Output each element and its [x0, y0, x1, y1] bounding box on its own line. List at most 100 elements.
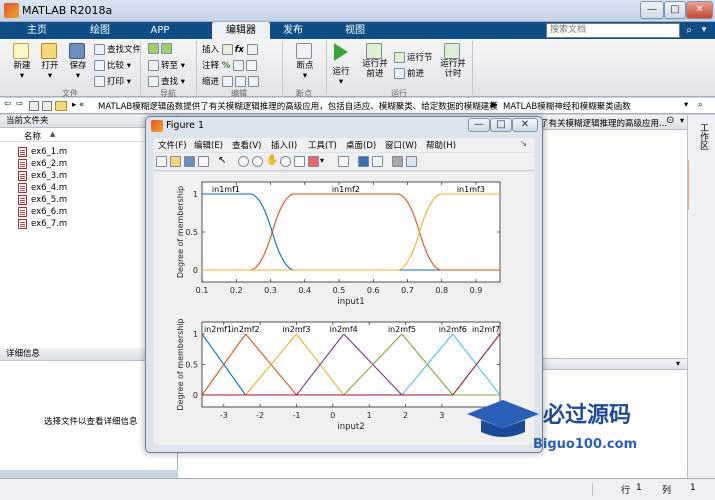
- run-button[interactable]: 运行 ▾: [330, 43, 352, 87]
- x-tick-label: 1: [367, 411, 372, 420]
- menu-help[interactable]: 帮助(H): [426, 139, 456, 151]
- figure-minimize-button[interactable]: —: [468, 118, 490, 132]
- run-section-button[interactable]: 运行节: [394, 51, 433, 63]
- address-dropdown-icon[interactable]: ▾: [684, 100, 688, 110]
- editor-options-icon[interactable]: ⊙: [666, 115, 674, 126]
- sort-ascending-icon[interactable]: ▲: [50, 130, 55, 138]
- tab-apps[interactable]: APP: [132, 22, 188, 39]
- open-folder-icon: [41, 43, 57, 59]
- root-folder-icon[interactable]: [42, 101, 52, 111]
- insert-button[interactable]: 插入 fx: [202, 43, 260, 55]
- file-item[interactable]: ex6_6.m: [18, 206, 67, 218]
- workspace-sidebar: 工作区: [687, 115, 715, 478]
- menu-insert[interactable]: 插入(I): [271, 139, 297, 151]
- series-label-in2mf6: in2mf6: [439, 325, 467, 334]
- editor-tab[interactable]: 了有关模糊逻辑推理的高级应用...: [540, 117, 667, 129]
- link-plot-icon[interactable]: [338, 156, 349, 167]
- ribbon-separator: [282, 41, 283, 95]
- brush-icon[interactable]: [308, 156, 319, 167]
- details-hint: 选择文件以查看详细信息: [44, 417, 138, 427]
- print-figure-icon[interactable]: [198, 156, 209, 167]
- search-folder-icon[interactable]: ⌕: [698, 100, 703, 110]
- advance-button[interactable]: 前进: [394, 67, 424, 79]
- plot-2: -3 -2 -1 0 1 2 300.51input2Degree of membershi…: [176, 318, 501, 432]
- run-time-icon: [444, 43, 460, 59]
- brush-dropdown-icon[interactable]: ▾: [320, 156, 331, 167]
- pan-icon[interactable]: ✋: [266, 156, 278, 167]
- zoom-in-icon[interactable]: [238, 156, 249, 167]
- goto-button[interactable]: 转至 ▾: [148, 59, 185, 71]
- zoom-out-icon[interactable]: [252, 156, 263, 167]
- collapse-ribbon-icon[interactable]: ▾: [697, 22, 711, 39]
- save-button[interactable]: 保存 ▾: [64, 43, 92, 81]
- edit-plot-icon[interactable]: ↖: [218, 156, 229, 167]
- run-and-time-button[interactable]: 运行并计时: [438, 43, 468, 79]
- address-path[interactable]: MATLAB模糊逻辑函数提供了有关模糊逻辑推理的高级应用，包括自适应、模糊聚类、…: [98, 100, 498, 112]
- x-tick-label: 0.6: [367, 286, 380, 295]
- rotate-icon[interactable]: [280, 156, 291, 167]
- watermark-url: Biguo100.com: [533, 437, 637, 452]
- file-item[interactable]: ex6_7.m: [18, 218, 67, 230]
- new-figure-icon[interactable]: [156, 156, 167, 167]
- find-files-button[interactable]: 查找文件: [94, 43, 141, 55]
- y-tick-label: 1: [193, 190, 198, 199]
- path-overflow-icon[interactable]: ▸ «: [72, 100, 84, 110]
- maximize-button[interactable]: □: [664, 1, 686, 19]
- x-tick-label: -3: [220, 411, 228, 420]
- up-folder-icon[interactable]: [29, 101, 39, 111]
- x-tick-label: 0.9: [470, 286, 483, 295]
- menu-dock-icon[interactable]: ↘: [520, 139, 527, 149]
- menu-desktop[interactable]: 桌面(D): [346, 139, 376, 151]
- tab-plots[interactable]: 绘图: [70, 22, 130, 39]
- file-item[interactable]: ex6_4.m: [18, 182, 67, 194]
- save-figure-icon[interactable]: [184, 156, 195, 167]
- figure-close-button[interactable]: ✕: [512, 118, 538, 132]
- browse-folder-icon[interactable]: [55, 101, 67, 111]
- tab-publish[interactable]: 发布: [264, 22, 322, 39]
- figure-maximize-button[interactable]: □: [490, 118, 512, 132]
- search-icon[interactable]: ⌕: [682, 22, 696, 39]
- watermark-text: 必过源码: [543, 402, 631, 428]
- legend-icon[interactable]: [372, 156, 383, 167]
- status-row-label: 行: [592, 483, 630, 496]
- show-tools-icon[interactable]: [406, 156, 417, 167]
- open-file-icon[interactable]: [170, 156, 181, 167]
- open-button[interactable]: 打开 ▾: [36, 43, 64, 81]
- menu-file[interactable]: 文件(F): [158, 139, 187, 151]
- back-arrow-icon[interactable]: ⇦: [4, 99, 11, 109]
- minimize-button[interactable]: —: [640, 1, 664, 19]
- nav-back-forward[interactable]: [148, 43, 174, 54]
- data-cursor-icon[interactable]: [294, 156, 305, 167]
- close-button[interactable]: ✕: [686, 1, 713, 19]
- run-advance-button[interactable]: 运行并前进: [360, 43, 390, 79]
- address-path-tail[interactable]: MATLAB模糊神经和模糊聚类函数: [503, 100, 631, 112]
- indent-button[interactable]: 缩进: [202, 75, 261, 87]
- series-label-in2mf3: in2mf3: [282, 325, 310, 334]
- tab-editor[interactable]: 编辑器: [212, 22, 270, 39]
- tab-home[interactable]: 主页: [6, 22, 68, 39]
- find-button[interactable]: 查找 ▾: [148, 75, 185, 87]
- breakpoints-button[interactable]: 断点 ▾: [290, 43, 320, 81]
- comment-button[interactable]: 注释 %: [202, 59, 259, 71]
- file-item[interactable]: ex6_1.m: [18, 146, 67, 158]
- file-item[interactable]: ex6_5.m: [18, 194, 67, 206]
- file-item[interactable]: ex6_2.m: [18, 158, 67, 170]
- menu-view[interactable]: 查看(V): [232, 139, 261, 151]
- print-button[interactable]: 打印 ▾: [94, 75, 131, 87]
- menu-window[interactable]: 窗口(W): [385, 139, 417, 151]
- command-window-collapse-icon[interactable]: ▾: [676, 359, 680, 368]
- menu-edit[interactable]: 编辑(E): [194, 139, 223, 151]
- menu-tools[interactable]: 工具(T): [308, 139, 337, 151]
- colorbar-icon[interactable]: [358, 156, 369, 167]
- hide-tools-icon[interactable]: [392, 156, 403, 167]
- compare-button[interactable]: 比较 ▾: [94, 59, 131, 71]
- tab-view[interactable]: 视图: [326, 22, 384, 39]
- file-item[interactable]: ex6_3.m: [18, 170, 67, 182]
- app-title: MATLAB R2018a: [22, 4, 113, 17]
- forward-arrow-icon[interactable]: ⇨: [16, 99, 23, 109]
- new-button[interactable]: 新建 ▾: [8, 43, 36, 81]
- search-docs-input[interactable]: 搜索文档: [546, 23, 680, 38]
- workspace-tab[interactable]: 工作区: [696, 123, 708, 150]
- editor-menu-icon[interactable]: ▾: [680, 116, 684, 125]
- column-name-header[interactable]: 名称: [24, 130, 41, 142]
